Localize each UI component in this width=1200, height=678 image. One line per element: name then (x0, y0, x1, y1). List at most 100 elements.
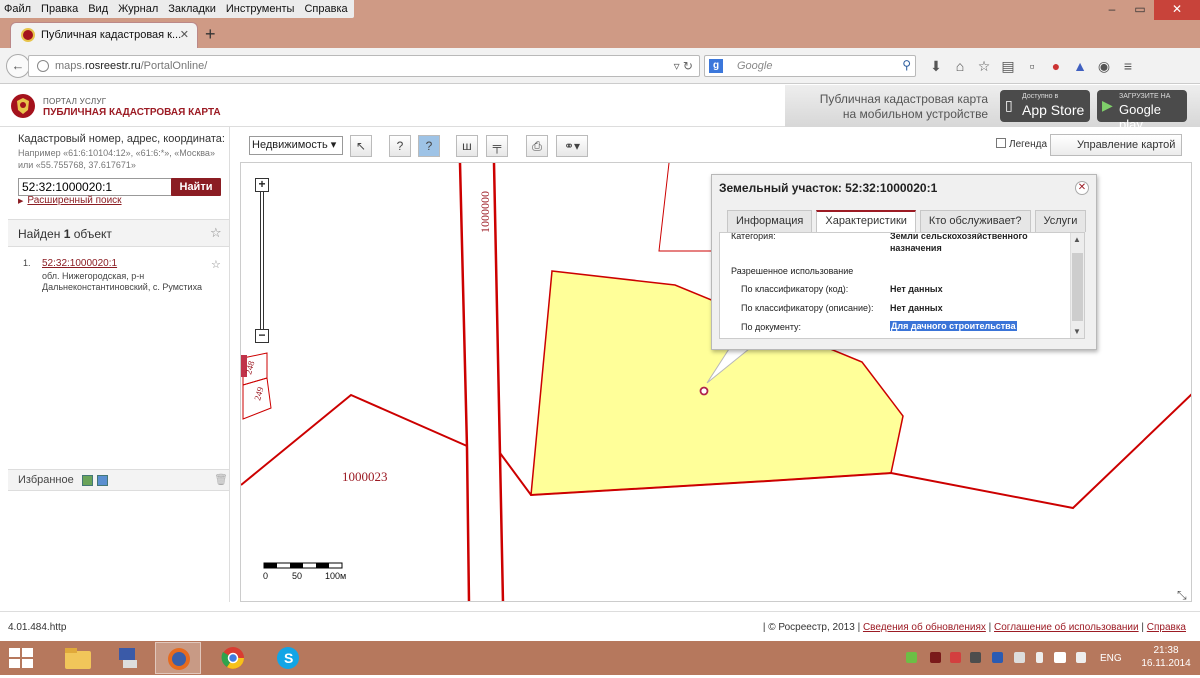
layer-select[interactable]: Недвижимость ▾ (249, 136, 343, 155)
menu-file[interactable]: Файл (4, 0, 31, 18)
extension-arrow-icon[interactable]: ▲ (1068, 56, 1092, 76)
favorite-star-icon[interactable]: ☆ (210, 225, 222, 241)
measure-icon[interactable]: ш (456, 135, 478, 157)
menu-hamburger-icon[interactable]: ≡ (1116, 56, 1140, 76)
chrome-icon[interactable] (210, 642, 256, 674)
cadastral-search-input[interactable] (18, 178, 178, 196)
print-icon[interactable]: ⎙ (526, 135, 548, 157)
close-window-icon[interactable]: ✕ (1154, 0, 1200, 20)
document-value-selected[interactable]: Для дачного строительства (890, 321, 1017, 331)
portal-title[interactable]: ПУБЛИЧНАЯ КАДАСТРОВАЯ КАРТА (43, 107, 221, 118)
bookmark-star-icon[interactable]: ☆ (972, 56, 996, 76)
sync-icon[interactable]: ◉ (1092, 56, 1116, 76)
advanced-search-label: Расширенный поиск (27, 195, 122, 206)
clock[interactable]: 21:38 16.11.2014 (1140, 644, 1192, 670)
tab-who-serves[interactable]: Кто обслуживает? (919, 210, 1031, 232)
bookmarks-list-icon[interactable]: ▤ (996, 56, 1020, 76)
zoom-in-icon[interactable]: + (255, 178, 269, 192)
scroll-thumb[interactable] (1072, 253, 1083, 321)
results-header: Найден 1 объект ☆ (8, 219, 229, 247)
advanced-search-link[interactable]: ▶ Расширенный поиск (18, 195, 122, 206)
menu-tools[interactable]: Инструменты (226, 0, 295, 18)
download-icon[interactable]: ⬇ (924, 56, 948, 76)
menu-edit[interactable]: Правка (41, 0, 78, 18)
firefox-icon[interactable] (155, 642, 201, 674)
menu-view[interactable]: Вид (88, 0, 108, 18)
home-icon[interactable]: ⌂ (948, 56, 972, 76)
zoom-out-icon[interactable]: − (255, 329, 269, 343)
appstore-badge[interactable]: ▯ Доступно в App Store (1000, 90, 1090, 122)
language-indicator[interactable]: ENG (1100, 653, 1122, 664)
link-icon[interactable]: ⚭▾ (556, 135, 588, 157)
result-cadastral-link[interactable]: 52:32:1000020:1 (42, 258, 117, 269)
help-link[interactable]: Справка (1147, 622, 1186, 633)
reload-icon[interactable]: ▿ ↻ (674, 59, 693, 73)
legend-checkbox[interactable] (996, 138, 1006, 148)
skype-icon[interactable]: S (265, 642, 311, 674)
appstore-big: App Store (1022, 102, 1085, 118)
zoom-control: + − (255, 178, 269, 343)
toolbar-icons: ⬇ ⌂ ☆ ▤ ▫ ● ▲ ◉ ≡ (924, 56, 1140, 76)
tray-app-icon[interactable] (906, 652, 917, 663)
wifi-icon[interactable] (1054, 652, 1066, 663)
tray-app-4-icon[interactable] (970, 652, 981, 663)
coat-of-arms-icon[interactable] (10, 93, 36, 119)
tab-information[interactable]: Информация (727, 210, 813, 232)
terms-link[interactable]: Соглашение об использовании (994, 622, 1139, 633)
popup-title: Земельный участок: 52:32:1000020:1 (719, 181, 938, 195)
map-canvas[interactable]: 1000000 1000023 248 249 ⤡ + − 0 50 100м (240, 162, 1192, 602)
find-button[interactable]: Найти (171, 178, 221, 196)
select-info-icon[interactable]: ↖ (350, 135, 372, 157)
trash-icon[interactable]: 🗑 (214, 473, 228, 486)
legend-toggle[interactable]: Легенда (996, 138, 1047, 150)
windows-start-icon[interactable] (8, 647, 34, 669)
tab-services[interactable]: Услуги (1034, 210, 1087, 232)
menu-help[interactable]: Справка (304, 0, 347, 18)
location-marker[interactable] (699, 386, 709, 396)
identify-icon[interactable]: ? (389, 135, 411, 157)
close-tab-icon[interactable]: ✕ (180, 28, 189, 41)
search-icon[interactable]: ⚲ (902, 58, 911, 72)
googleplay-badge[interactable]: ▶ ЗАГРУЗИТЕ НА Google play (1097, 90, 1187, 132)
explorer-icon[interactable] (55, 642, 101, 674)
address-bar[interactable]: maps.rosreestr.ru/PortalOnline/ ▿ ↻ (28, 55, 700, 77)
scroll-up-icon[interactable]: ▲ (1073, 235, 1081, 244)
volume-icon[interactable] (1076, 652, 1086, 663)
back-arrow-icon[interactable]: ← (6, 54, 30, 78)
new-tab-icon[interactable]: + (205, 24, 216, 45)
favorites-export-icon[interactable] (97, 475, 108, 486)
document-value[interactable]: Для дачного строительства (890, 321, 1017, 331)
maximize-icon[interactable]: ▭ (1126, 0, 1154, 20)
window-controls: – ▭ ✕ (1098, 0, 1200, 20)
map-control-button[interactable]: Управление картой ▾ (1050, 134, 1182, 171)
updates-link[interactable]: Сведения об обновлениях (863, 622, 986, 633)
network-app-icon[interactable] (105, 642, 151, 674)
close-popup-icon[interactable]: ✕ (1075, 181, 1089, 195)
globe-icon (37, 60, 49, 72)
tray-app-2-icon[interactable] (930, 652, 941, 663)
browser-tab[interactable]: Публичная кадастровая к... ✕ (10, 22, 198, 48)
browser-menubar: Файл Правка Вид Журнал Закладки Инструме… (0, 0, 1200, 20)
version-text: 4.01.484.http (8, 622, 67, 633)
bluetooth-icon[interactable] (992, 652, 1003, 663)
popup-scrollbar[interactable]: ▲ ▼ (1070, 233, 1084, 338)
adblock-icon[interactable]: ● (1044, 56, 1068, 76)
scale-graphic (263, 562, 343, 569)
zoom-slider[interactable] (260, 192, 264, 329)
area-measure-icon[interactable]: ╤ (486, 135, 508, 157)
search-hint: Например «61:6:10104:12», «61:6:*», «Мос… (18, 148, 215, 170)
query-icon[interactable]: ? (418, 135, 440, 157)
scroll-down-icon[interactable]: ▼ (1073, 327, 1081, 336)
favorites-import-icon[interactable] (82, 475, 93, 486)
battery-icon[interactable] (1036, 652, 1043, 663)
tray-app-5-icon[interactable] (1014, 652, 1025, 663)
result-star-icon[interactable]: ☆ (211, 258, 221, 271)
site-header: ПОРТАЛ УСЛУГ ПУБЛИЧНАЯ КАДАСТРОВАЯ КАРТА… (0, 85, 1200, 132)
menu-bookmarks[interactable]: Закладки (168, 0, 216, 18)
menu-history[interactable]: Журнал (118, 0, 158, 18)
resize-icon[interactable]: ⤡ (1177, 588, 1187, 602)
minimize-icon[interactable]: – (1098, 0, 1126, 20)
tray-app-3-icon[interactable] (950, 652, 961, 663)
browser-search-box[interactable]: g Google ⚲ (704, 55, 916, 77)
tab-characteristics[interactable]: Характеристики (816, 210, 916, 232)
